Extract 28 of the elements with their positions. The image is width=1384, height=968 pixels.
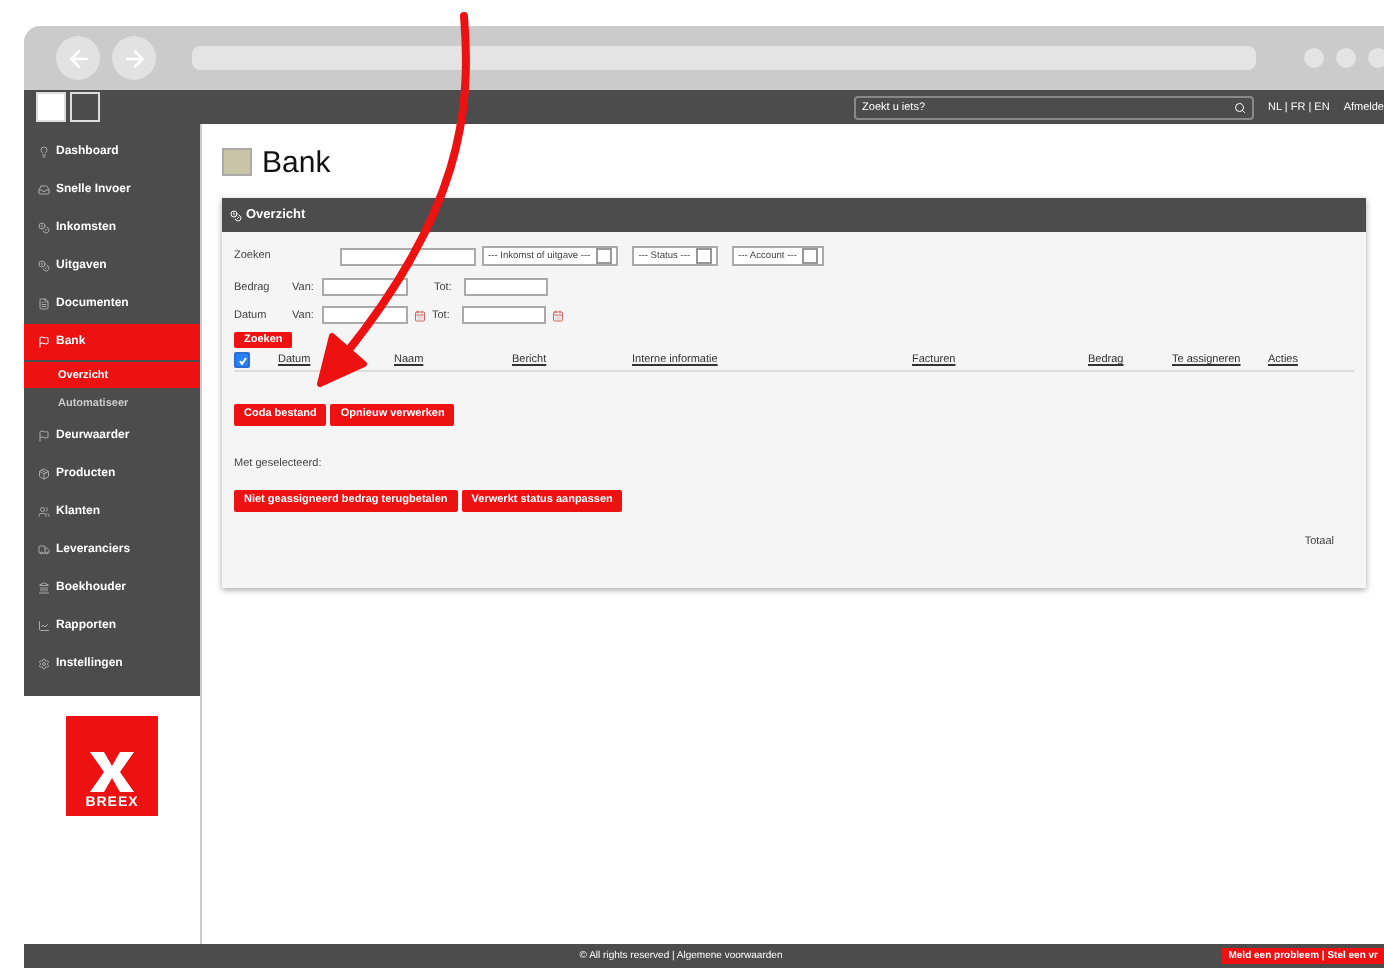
document-icon — [38, 298, 50, 310]
chart-icon — [38, 620, 50, 632]
flag-icon — [38, 430, 50, 442]
package-icon — [38, 468, 50, 480]
lightbulb-icon — [38, 146, 50, 158]
inbox-icon — [38, 184, 50, 196]
flag-icon — [38, 336, 50, 348]
date-to-input[interactable] — [462, 306, 546, 324]
coins-icon — [38, 222, 50, 234]
square-icon — [36, 92, 66, 122]
settings-icon — [38, 658, 50, 670]
window-dot-icon — [1368, 48, 1384, 68]
forward-arrow-icon — [121, 45, 147, 71]
back-arrow-icon — [65, 45, 91, 71]
window-dot-icon — [1304, 48, 1324, 68]
truck-icon — [38, 544, 50, 556]
coins-icon — [230, 209, 242, 221]
search-icon — [1234, 101, 1247, 113]
select-all-checkbox[interactable] — [234, 352, 250, 368]
calendar-icon[interactable] — [552, 309, 564, 321]
coins-icon — [38, 260, 50, 272]
window-dot-icon — [1336, 48, 1356, 68]
users-icon — [38, 506, 50, 518]
amount-to-input[interactable] — [464, 278, 548, 296]
page-title: Bank — [262, 145, 331, 179]
square-icon — [70, 92, 100, 122]
search-input[interactable] — [340, 247, 476, 265]
calendar-icon[interactable] — [414, 309, 426, 321]
